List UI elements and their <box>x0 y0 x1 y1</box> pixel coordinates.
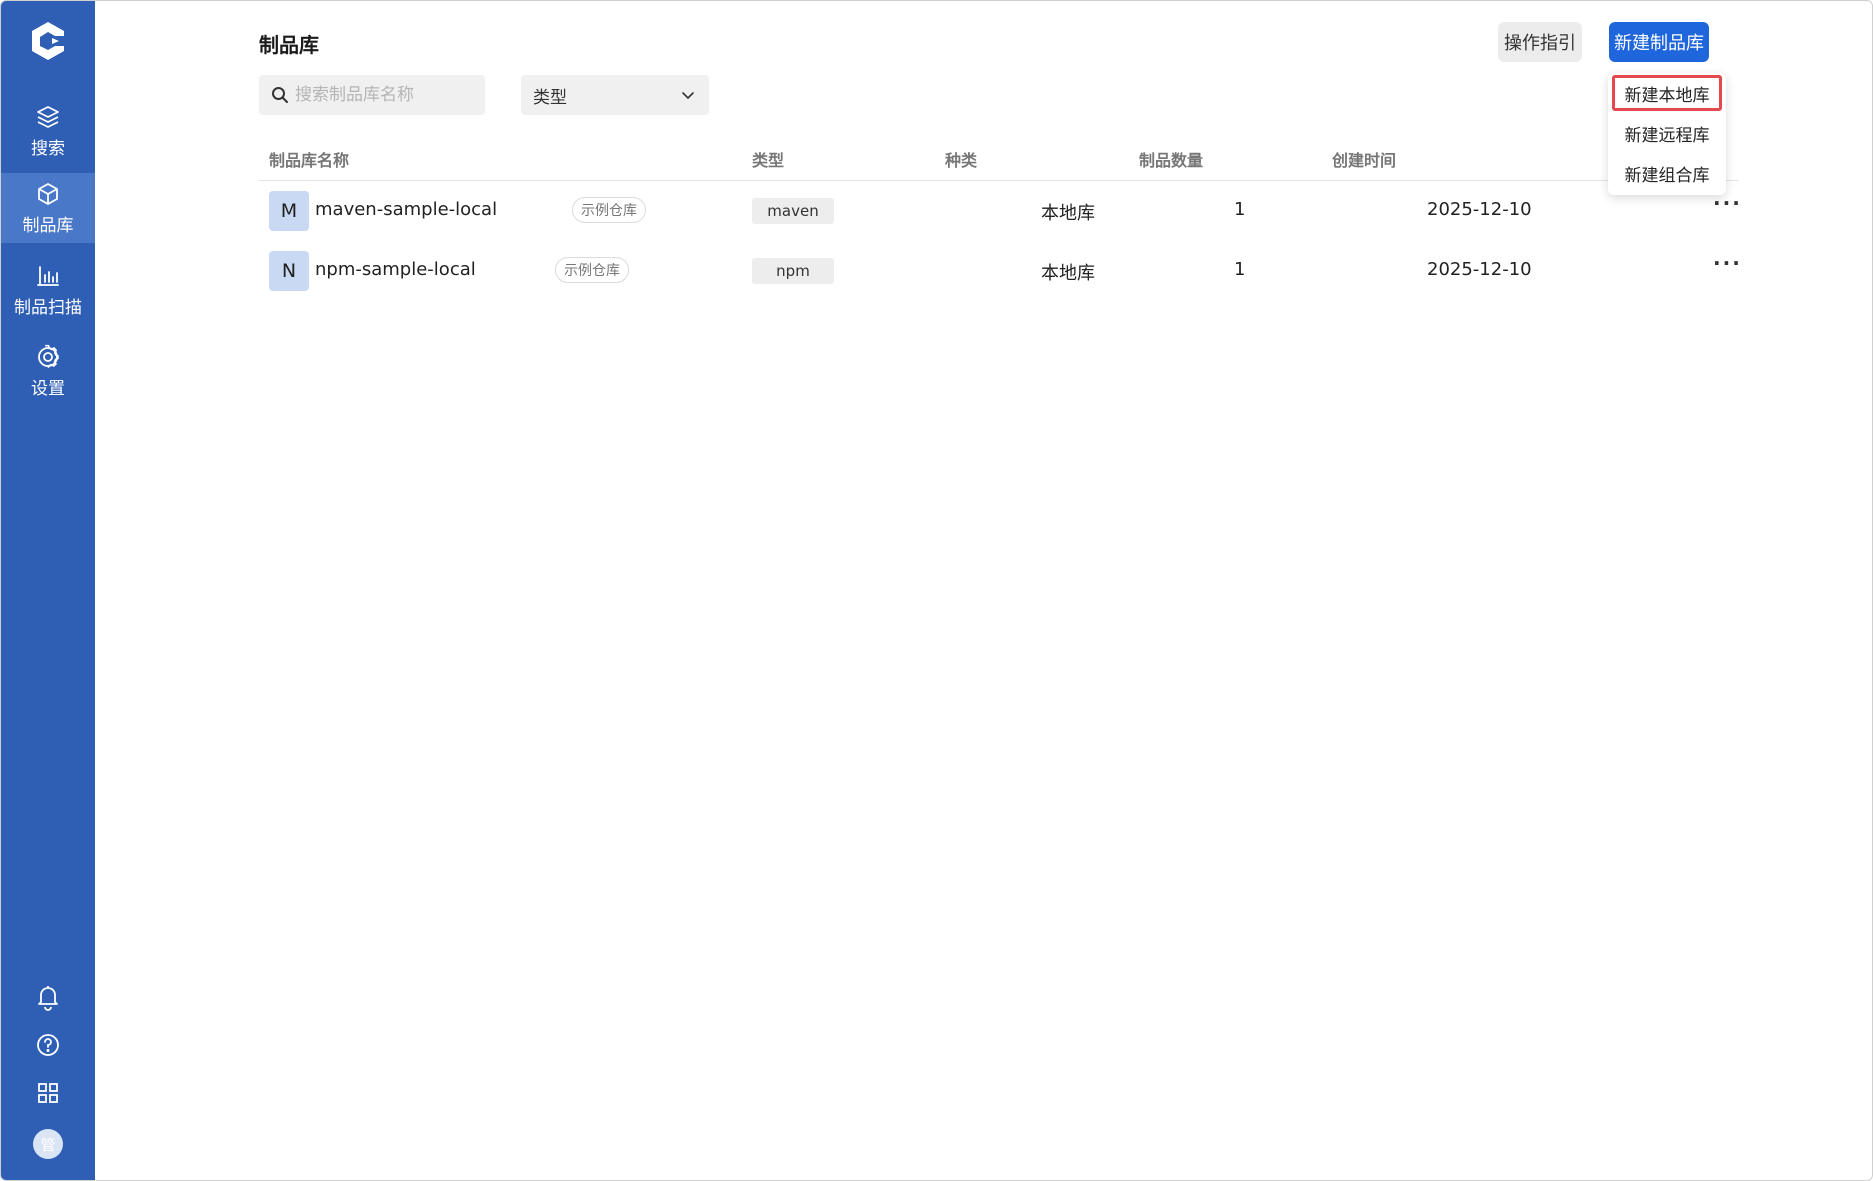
guide-button[interactable]: 操作指引 <box>1498 22 1582 62</box>
repo-avatar: M <box>269 191 309 231</box>
cube-icon <box>38 182 58 205</box>
sidebar-item-settings[interactable]: 设置 <box>1 336 95 406</box>
sidebar-item-label: 设置 <box>31 378 65 399</box>
app-window: 搜索 制品库 制品扫描 设置 管 制品库 操作指引 新建制品库 搜索制品库名称 … <box>0 0 1873 1181</box>
menu-item-new-local[interactable]: 新建本地库 <box>1612 75 1722 111</box>
search-icon <box>272 87 288 103</box>
type-select-value: 类型 <box>533 87 567 108</box>
repo-artifact-count: 1 <box>1234 259 1246 280</box>
bar-chart-icon <box>37 265 59 286</box>
column-header-count[interactable]: 制品数量 <box>1139 147 1203 171</box>
repo-artifact-count: 1 <box>1234 199 1246 220</box>
menu-item-new-remote[interactable]: 新建远程库 <box>1612 115 1722 151</box>
repo-type-tag: npm <box>752 258 834 284</box>
column-header-type[interactable]: 类型 <box>752 147 784 171</box>
sidebar-item-label: 制品扫描 <box>14 297 82 318</box>
new-repo-dropdown: 新建本地库 新建远程库 新建组合库 <box>1608 73 1726 195</box>
sample-badge: 示例仓库 <box>572 197 646 223</box>
sidebar: 搜索 制品库 制品扫描 设置 管 <box>1 1 95 1180</box>
new-repo-button[interactable]: 新建制品库 <box>1609 22 1709 62</box>
repo-kind: 本地库 <box>1041 203 1095 224</box>
user-avatar[interactable]: 管 <box>33 1129 63 1159</box>
repo-type-tag: maven <box>752 198 834 224</box>
search-input[interactable] <box>295 85 475 105</box>
repo-created-date: 2025-12-10 <box>1427 199 1532 220</box>
table-row[interactable]: N npm-sample-local 示例仓库 npm 本地库 1 2025-1… <box>259 243 1742 299</box>
main-content: 制品库 操作指引 新建制品库 类型 制品库名称 类型 种类 制品数量 创建时间 … <box>95 1 1872 1180</box>
repo-name-link[interactable]: npm-sample-local <box>315 259 476 280</box>
search-box[interactable] <box>259 75 485 115</box>
gear-icon <box>38 344 59 368</box>
column-header-kind[interactable]: 种类 <box>945 147 977 171</box>
help-icon[interactable] <box>34 1031 62 1059</box>
sidebar-item-label: 制品库 <box>22 215 74 236</box>
repo-avatar: N <box>269 251 309 291</box>
sidebar-item-artifact-repo[interactable]: 制品库 <box>1 173 95 243</box>
layers-icon <box>37 105 59 128</box>
repo-kind: 本地库 <box>1041 263 1095 284</box>
bell-icon[interactable] <box>34 983 62 1011</box>
repo-name-link[interactable]: maven-sample-local <box>315 199 497 220</box>
more-actions-icon[interactable]: ··· <box>1713 251 1742 275</box>
chevron-down-icon <box>682 92 694 100</box>
column-header-created[interactable]: 创建时间 <box>1332 147 1396 171</box>
repo-created-date: 2025-12-10 <box>1427 259 1532 280</box>
page-title: 制品库 <box>259 33 319 57</box>
sample-badge: 示例仓库 <box>555 257 629 283</box>
table-header-divider <box>259 180 1739 181</box>
apps-grid-icon[interactable] <box>34 1079 62 1107</box>
table-row[interactable]: M maven-sample-local 示例仓库 maven 本地库 1 20… <box>259 183 1740 239</box>
sidebar-item-label: 搜索 <box>31 138 65 159</box>
sidebar-item-scan[interactable]: 制品扫描 <box>1 255 95 325</box>
app-logo-icon[interactable] <box>26 19 70 63</box>
menu-item-new-group[interactable]: 新建组合库 <box>1612 155 1722 191</box>
type-select[interactable]: 类型 <box>521 75 709 115</box>
column-header-name[interactable]: 制品库名称 <box>269 147 349 171</box>
sidebar-item-search[interactable]: 搜索 <box>1 96 95 166</box>
